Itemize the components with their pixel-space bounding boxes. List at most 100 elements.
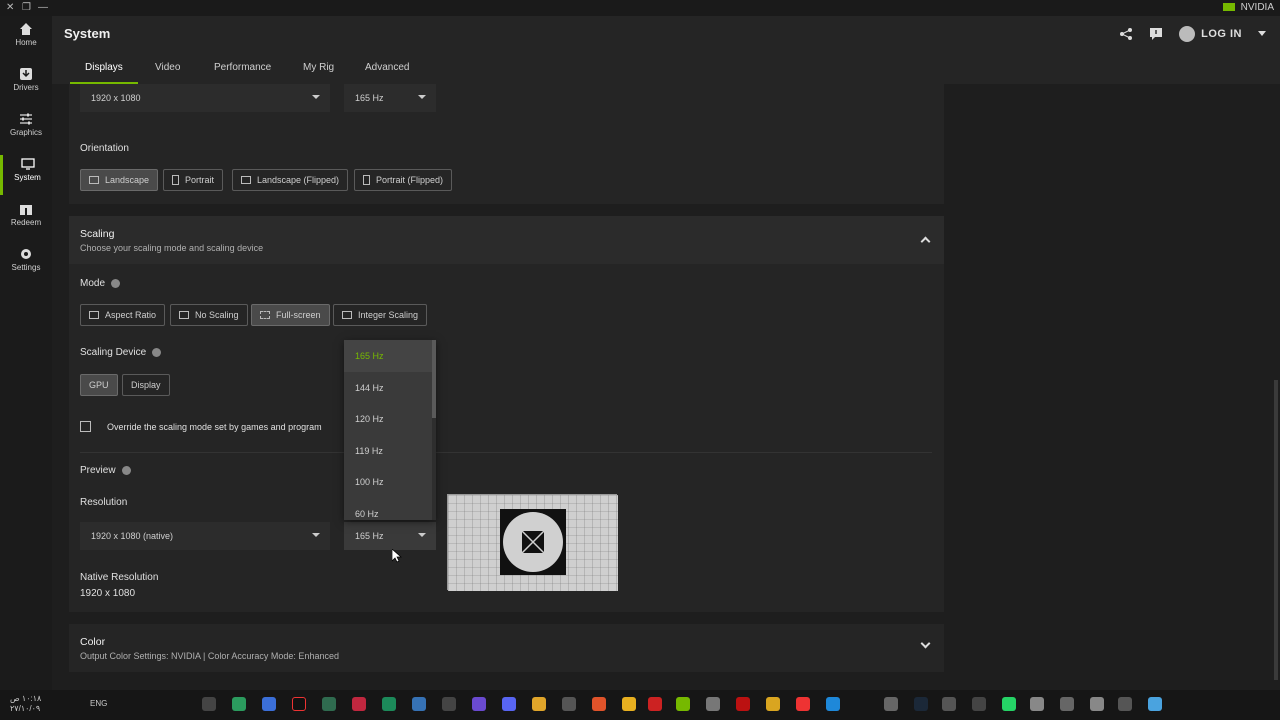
preview-resolution-dropdown[interactable]: 1920 x 1080 (native)	[80, 522, 330, 550]
steam-icon[interactable]	[914, 697, 928, 711]
scaling-header[interactable]: Scaling Choose your scaling mode and sca…	[69, 216, 944, 264]
taskbar-app-icon[interactable]	[322, 697, 336, 711]
taskbar-app-icon[interactable]	[202, 697, 216, 711]
window-titlebar: ✕ ❐ — NVIDIA	[0, 0, 1280, 16]
override-label: Override the scaling mode set by games a…	[107, 422, 322, 432]
taskbar-app-icon[interactable]	[442, 697, 456, 711]
login-button[interactable]: LOG IN	[1179, 26, 1242, 42]
divider	[80, 452, 932, 453]
color-title: Color	[80, 636, 106, 648]
netflix-icon[interactable]	[736, 697, 750, 711]
scaling-title: Scaling	[80, 228, 115, 240]
taskbar-app-icon[interactable]	[262, 697, 276, 711]
refresh-option-119[interactable]: 119 Hz	[344, 435, 436, 467]
language-indicator[interactable]: ENG	[90, 699, 107, 708]
taskbar-app-icon[interactable]	[1030, 697, 1044, 711]
page-scrollbar[interactable]	[1274, 380, 1278, 680]
taskbar-app-icon[interactable]	[352, 697, 366, 711]
taskbar-app-icon[interactable]	[648, 697, 662, 711]
sidebar-item-graphics[interactable]: Graphics	[0, 110, 52, 150]
taskbar-app-icon[interactable]	[382, 697, 396, 711]
refresh-rate-dropdown[interactable]: 165 Hz	[344, 84, 436, 112]
taskbar-app-icon[interactable]	[532, 697, 546, 711]
tab-my-rig[interactable]: My Rig	[303, 62, 334, 73]
sidebar-item-system[interactable]: System	[0, 155, 52, 195]
taskbar-app-icon[interactable]	[232, 697, 246, 711]
refresh-option-100[interactable]: 100 Hz	[344, 466, 436, 498]
taskbar-app-icon[interactable]	[1090, 697, 1104, 711]
taskbar-app-icon[interactable]	[562, 697, 576, 711]
info-icon[interactable]	[152, 347, 162, 357]
override-checkbox[interactable]	[80, 421, 91, 432]
chevron-down-icon[interactable]	[920, 638, 931, 649]
search-icon[interactable]	[1118, 697, 1132, 711]
sidebar-item-drivers[interactable]: Drivers	[0, 65, 52, 105]
mouse-cursor-icon	[392, 549, 402, 563]
home-icon	[20, 23, 32, 35]
nvidia-app-icon[interactable]	[676, 697, 690, 711]
native-resolution-value: 1920 x 1080	[80, 588, 136, 599]
chevron-down-icon[interactable]	[1258, 31, 1266, 37]
taskbar-app-icon[interactable]	[884, 697, 898, 711]
mode-full-screen-button[interactable]: Full-screen	[251, 304, 330, 326]
taskbar-app-icon[interactable]	[766, 697, 780, 711]
landscape-icon	[89, 176, 99, 184]
info-icon[interactable]	[111, 278, 121, 288]
taskbar-clock[interactable]: ١٠:١٨ ص ٢٧/١٠/٠٩	[10, 694, 41, 714]
edge-icon[interactable]	[826, 697, 840, 711]
refresh-option-144[interactable]: 144 Hz	[344, 372, 436, 404]
brave-icon[interactable]	[592, 697, 606, 711]
refresh-option-120[interactable]: 120 Hz	[344, 403, 436, 435]
mode-integer-scaling-button[interactable]: Integer Scaling	[333, 304, 428, 326]
nvidia-logo-icon	[1222, 3, 1235, 12]
brand: NVIDIA	[1222, 2, 1274, 13]
sliders-icon	[20, 113, 32, 125]
tiktok-icon[interactable]	[292, 697, 306, 711]
preview-refresh-dropdown[interactable]: 165 Hz	[344, 522, 436, 550]
whatsapp-icon[interactable]	[1002, 697, 1016, 711]
chevron-up-icon[interactable]	[920, 236, 931, 247]
tab-advanced[interactable]: Advanced	[365, 62, 409, 73]
refresh-option-60[interactable]: 60 Hz	[344, 498, 436, 521]
preview-label: Preview	[80, 465, 131, 476]
sidebar-item-settings[interactable]: Settings	[0, 245, 52, 285]
color-card[interactable]: Color Output Color Settings: NVIDIA | Co…	[69, 624, 944, 672]
close-icon[interactable]: ✕	[6, 2, 14, 13]
chrome-icon[interactable]	[622, 697, 636, 711]
orientation-landscape-flipped-button[interactable]: Landscape (Flipped)	[232, 169, 349, 191]
orientation-portrait-button[interactable]: Portrait	[163, 169, 224, 191]
youtube-icon[interactable]	[796, 697, 810, 711]
refresh-option-165[interactable]: 165 Hz	[344, 340, 436, 372]
feedback-icon[interactable]	[1149, 27, 1163, 41]
share-icon[interactable]	[1119, 27, 1133, 41]
sidebar-item-redeem[interactable]: Redeem	[0, 200, 52, 240]
no-scaling-icon	[179, 311, 189, 319]
taskbar-app-icon[interactable]	[1060, 697, 1074, 711]
orientation-landscape-button[interactable]: Landscape	[80, 169, 159, 191]
info-icon[interactable]	[121, 465, 131, 475]
mode-aspect-ratio-button[interactable]: Aspect Ratio	[80, 304, 166, 326]
resolution-dropdown[interactable]: 1920 x 1080	[80, 84, 330, 112]
restore-icon[interactable]: ❐	[22, 2, 31, 13]
windows-start-icon[interactable]	[1148, 697, 1162, 711]
minimize-icon[interactable]: —	[38, 2, 48, 13]
menu-scrollbar-thumb[interactable]	[432, 340, 436, 418]
taskbar-app-icon[interactable]	[706, 697, 720, 711]
device-gpu-button[interactable]: GPU	[80, 374, 118, 396]
tab-displays[interactable]: Displays	[85, 62, 123, 73]
mode-no-scaling-button[interactable]: No Scaling	[170, 304, 248, 326]
orientation-portrait-flipped-button[interactable]: Portrait (Flipped)	[354, 169, 453, 191]
device-display-button[interactable]: Display	[122, 374, 170, 396]
taskbar-app-icon[interactable]	[972, 697, 986, 711]
taskbar-app-icon[interactable]	[942, 697, 956, 711]
discord-icon[interactable]	[502, 697, 516, 711]
orientation-label: Orientation	[80, 143, 129, 154]
sidebar-item-home[interactable]: Home	[0, 20, 52, 60]
scaling-device-label: Scaling Device	[80, 347, 162, 358]
tab-video[interactable]: Video	[155, 62, 180, 73]
taskbar-app-icon[interactable]	[412, 697, 426, 711]
menu-scrollbar[interactable]	[432, 340, 436, 520]
page-title: System	[64, 26, 111, 41]
tab-performance[interactable]: Performance	[214, 62, 271, 73]
taskbar-app-icon[interactable]	[472, 697, 486, 711]
